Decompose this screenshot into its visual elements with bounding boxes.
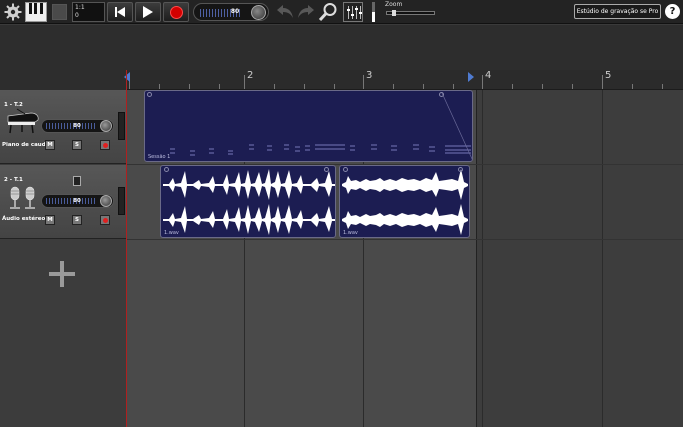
mixer-icon[interactable] [343,2,363,22]
bar-number: 2 [247,70,254,81]
clip-label: 1.wav [164,230,179,236]
audio-waveform [163,169,335,235]
clip-handle-icon[interactable] [147,92,152,97]
counter-ticks: 0 [75,12,79,19]
arrangement-area[interactable]: Sessão 1 1.wav 1.wav [126,90,683,427]
piano-keyboard-icon[interactable] [25,2,47,22]
track-name: Piano de cauda [2,142,50,148]
grand-piano-icon [7,108,39,134]
skip-back-icon [115,7,125,17]
track-volume-value: 80 [73,123,81,129]
audio-clip[interactable]: 1.wav [339,165,470,238]
track-volume-knob[interactable] [100,195,112,207]
level-meter [372,2,375,22]
position-counter: 1:1 0 [72,2,105,22]
audio-waveform [342,169,468,235]
zoom-slider-thumb[interactable] [392,10,396,16]
pro-upgrade-button[interactable]: Estúdio de gravação se Pro [574,4,661,19]
play-button[interactable] [135,2,161,22]
redo-icon[interactable] [297,3,315,19]
track-header-piano[interactable]: 1 - T.2 80 Piano de cauda M S [0,90,126,164]
playhead[interactable] [126,70,127,427]
midi-notes [170,92,472,160]
gear-icon[interactable] [4,3,22,21]
track-resize-handle[interactable] [118,112,125,140]
track-resize-handle[interactable] [118,187,125,215]
rewind-button[interactable] [107,2,133,22]
solo-button[interactable]: S [72,215,82,225]
clip-handle-icon[interactable] [343,167,348,172]
track-volume-slider[interactable]: 80 [41,119,114,133]
loop-end-marker[interactable] [468,72,474,82]
master-volume-value: 80 [230,8,240,15]
master-volume-slider[interactable]: 80 [193,3,269,21]
clip-handle-icon[interactable] [164,167,169,172]
bar-number: 3 [366,70,373,81]
clip-label: 1.wav [343,230,358,236]
track-volume-knob[interactable] [100,120,112,132]
record-icon [169,5,183,19]
clip-handle-icon[interactable] [458,167,463,172]
help-button[interactable]: ? [665,4,680,19]
volume-knob[interactable] [251,5,266,20]
toolbar: 1:1 0 80 Zoom Estúdio de gravação se Pro… [0,0,683,24]
daw-app: 1:1 0 80 Zoom Estúdio de gravação se Pro… [0,0,683,427]
clip-label: Sessão 1 [148,154,171,160]
play-icon [143,6,153,18]
loop-start-marker[interactable] [124,72,130,82]
mute-button[interactable]: M [45,215,55,225]
disabled-tool-button[interactable] [52,4,67,20]
record-arm-button[interactable] [100,215,110,225]
bar-number: 5 [605,70,612,81]
track-name: Áudio estéreo [2,216,46,222]
track-volume-value: 80 [73,198,81,204]
fx-icon[interactable] [73,176,81,186]
top-empty-area [0,25,683,70]
midi-clip[interactable]: Sessão 1 [144,90,473,162]
track-header-audio[interactable]: 2 - T.1 80 Áudio estéreo M S [0,165,126,239]
bar-number: 4 [485,70,492,81]
record-button[interactable] [163,2,189,22]
mute-button[interactable]: M [45,140,55,150]
solo-button[interactable]: S [72,140,82,150]
track-volume-slider[interactable]: 80 [41,194,114,208]
zoom-label: Zoom [385,1,403,8]
add-track-button[interactable] [49,261,75,287]
microphone-icon [10,186,35,209]
zoom-slider[interactable] [386,10,435,16]
counter-bar-beat: 1:1 [75,4,85,11]
undo-icon[interactable] [276,3,294,19]
track-number-label: 2 - T.1 [4,177,23,183]
record-arm-button[interactable] [100,140,110,150]
clip-handle-icon[interactable] [324,167,329,172]
audio-clip[interactable]: 1.wav [160,165,336,238]
timeline-ruler[interactable]: 2 3 4 5 [126,70,683,90]
magnifier-icon[interactable] [318,2,338,22]
track-header-spacer [0,70,126,90]
clip-handle-icon[interactable] [439,92,444,97]
